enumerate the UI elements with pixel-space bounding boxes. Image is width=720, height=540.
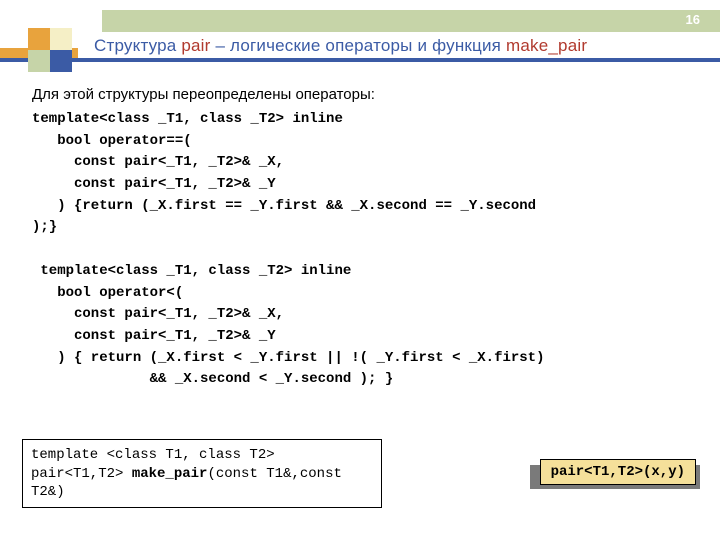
page-number: 16: [686, 12, 700, 27]
makepair-line1: template <class T1, class T2>: [31, 446, 373, 464]
makepair-box: template <class T1, class T2> pair<T1,T2…: [22, 439, 382, 508]
code-block: template<class _T1, class _T2> inline bo…: [32, 109, 700, 391]
title-part-2: – логические операторы и функция: [211, 36, 507, 55]
title-pair: pair: [181, 36, 210, 55]
accent-bar-blue: [0, 58, 720, 62]
makepair-line2: pair<T1,T2> make_pair(const T1&,const T2…: [31, 465, 373, 501]
header-bar: [102, 10, 720, 32]
content-area: Для этой структуры переопределены операт…: [32, 86, 700, 391]
slide-title: Структура pair – логические операторы и …: [94, 36, 587, 56]
title-makepair: make_pair: [506, 36, 587, 55]
paircall-box: pair<T1,T2>(x,y): [540, 459, 696, 485]
logo-icon: [28, 28, 72, 72]
intro-text: Для этой структуры переопределены операт…: [32, 86, 700, 103]
title-part-1: Структура: [94, 36, 181, 55]
